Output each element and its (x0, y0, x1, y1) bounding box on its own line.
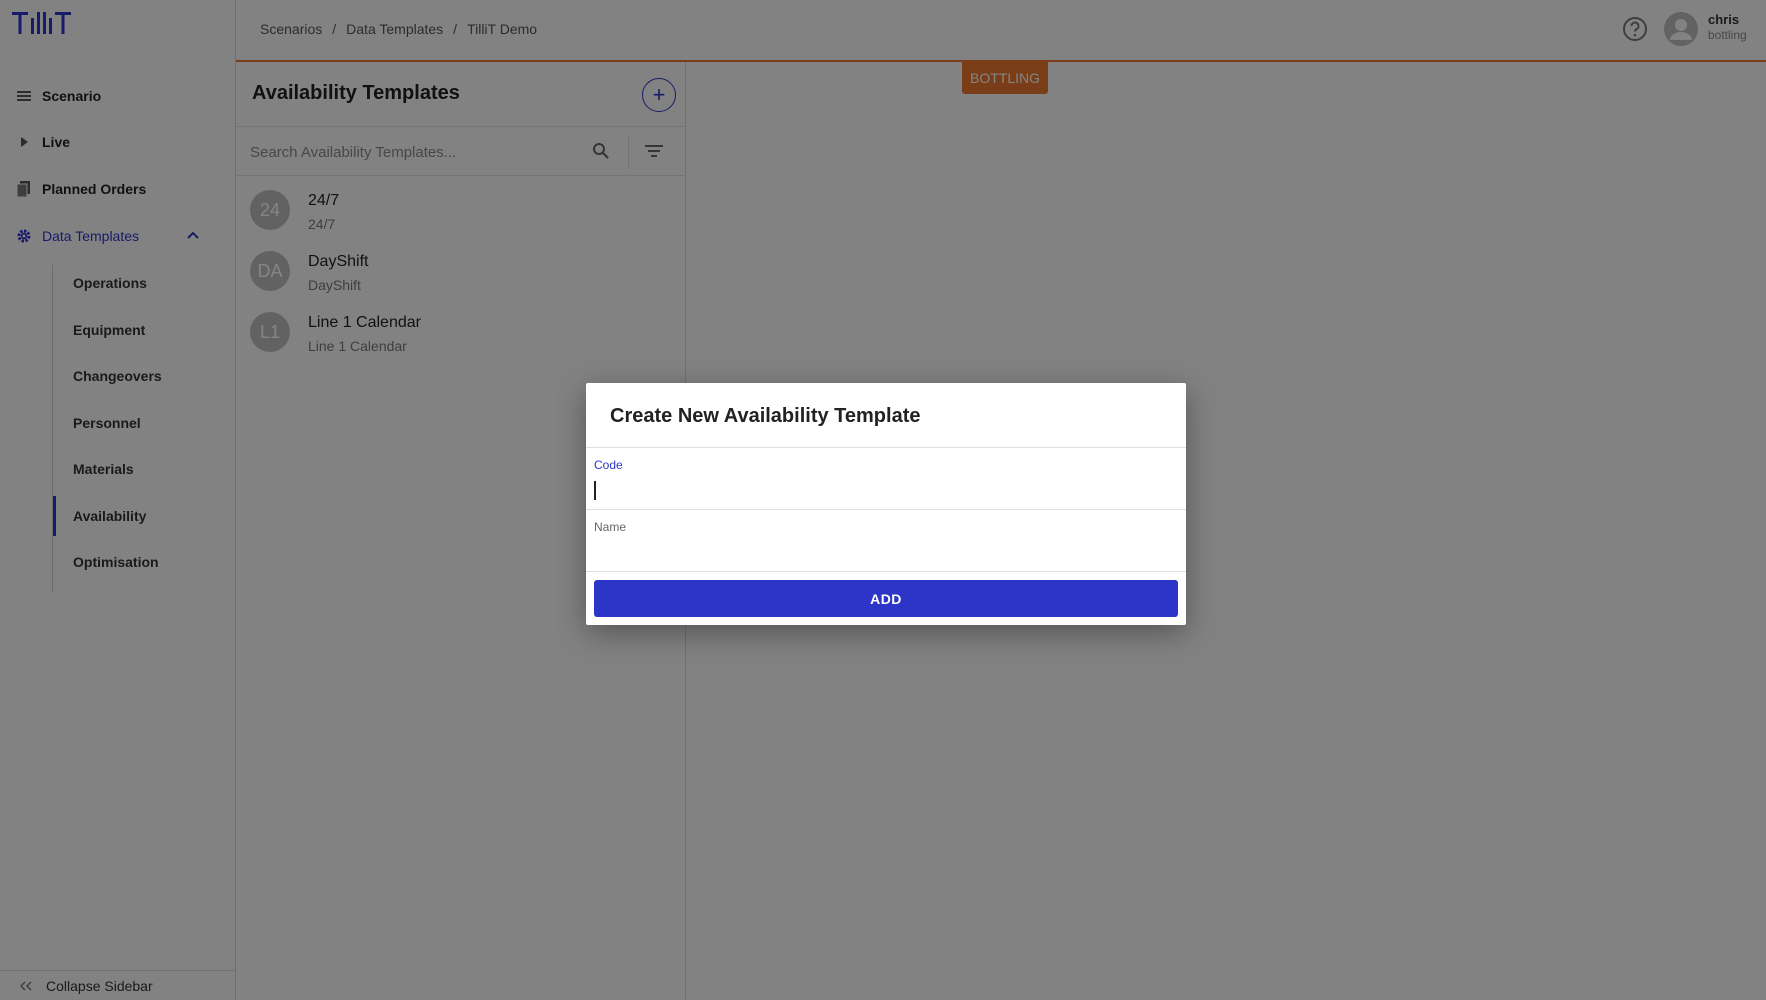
code-field[interactable]: Code (586, 447, 1186, 509)
add-button[interactable]: ADD (594, 580, 1178, 617)
text-caret (594, 481, 596, 500)
dialog-title: Create New Availability Template (610, 405, 921, 427)
name-input[interactable] (594, 538, 1174, 564)
code-label: Code (594, 458, 623, 472)
code-input[interactable] (594, 476, 1174, 502)
field-divider (586, 571, 1186, 572)
name-field[interactable]: Name (586, 509, 1186, 571)
create-template-dialog: Create New Availability Template Code Na… (586, 383, 1186, 625)
name-label: Name (594, 520, 627, 534)
